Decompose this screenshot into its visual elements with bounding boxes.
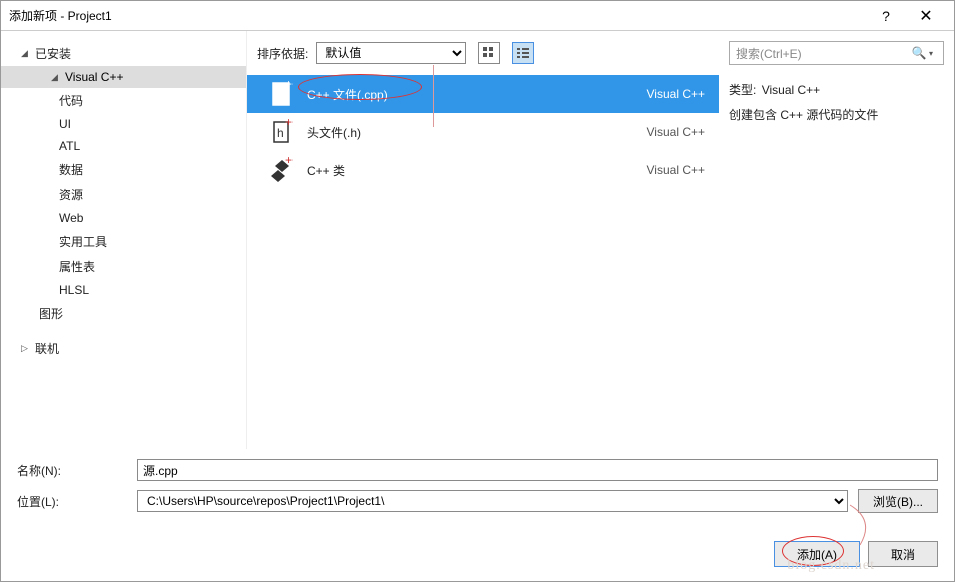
- sort-label: 排序依据:: [257, 45, 308, 62]
- template-name: C++ 类: [307, 162, 647, 179]
- window-title: 添加新项 - Project1: [9, 7, 866, 24]
- tree-label: 图形: [39, 305, 63, 322]
- type-row: 类型: Visual C++: [729, 81, 944, 98]
- search-input[interactable]: 搜索(Ctrl+E) 🔍 ▾: [729, 41, 944, 65]
- tree-graphics[interactable]: 图形: [1, 301, 246, 326]
- location-label: 位置(L):: [17, 493, 137, 510]
- location-row: 位置(L): C:\Users\HP\source\repos\Project1…: [17, 489, 938, 513]
- tree-label: 代码: [59, 92, 83, 109]
- browse-button[interactable]: 浏览(B)...: [858, 489, 938, 513]
- add-button[interactable]: 添加(A): [774, 541, 860, 567]
- type-label: 类型:: [729, 83, 756, 97]
- tree-visual-cpp[interactable]: ◢ Visual C++: [1, 66, 246, 88]
- search-icon: 🔍: [911, 46, 927, 60]
- template-panel: 排序依据: 默认值 ++ C+: [246, 31, 719, 449]
- form-area: 名称(N): 位置(L): C:\Users\HP\source\repos\P…: [1, 449, 954, 531]
- tree-label: Visual C++: [65, 70, 123, 84]
- tree-code[interactable]: 代码: [1, 88, 246, 113]
- tree-hlsl[interactable]: HLSL: [1, 279, 246, 301]
- tree-label: 资源: [59, 186, 83, 203]
- tree-label: ATL: [59, 139, 80, 153]
- description: 创建包含 C++ 源代码的文件: [729, 106, 944, 123]
- tree-online[interactable]: ▷ 联机: [1, 336, 246, 361]
- cpp-file-icon: ++: [269, 81, 295, 107]
- tree-label: Web: [59, 211, 83, 225]
- template-list: ++ C++ 文件(.cpp) Visual C++ h++ 头文件(.h) V…: [247, 75, 719, 449]
- chevron-down-icon: ◢: [21, 48, 31, 59]
- header-file-icon: h++: [269, 119, 295, 145]
- template-cpp-class[interactable]: ++ C++ 类 Visual C++: [247, 151, 719, 189]
- add-new-item-dialog: 添加新项 - Project1 ? ✕ ◢ 已安装 ◢ Visual C++ 代…: [0, 0, 955, 582]
- dialog-buttons: 添加(A) 取消: [1, 531, 954, 581]
- tree-label: HLSL: [59, 283, 89, 297]
- svg-text:++: ++: [285, 157, 293, 167]
- tree-label: UI: [59, 117, 71, 131]
- tree-resource[interactable]: 资源: [1, 182, 246, 207]
- chevron-down-icon: ▾: [929, 49, 939, 58]
- svg-text:h: h: [277, 126, 284, 140]
- location-field[interactable]: C:\Users\HP\source\repos\Project1\Projec…: [137, 490, 848, 512]
- chevron-down-icon: ◢: [51, 72, 61, 83]
- template-name: C++ 文件(.cpp): [307, 86, 647, 103]
- tree-utility[interactable]: 实用工具: [1, 229, 246, 254]
- help-button[interactable]: ?: [866, 1, 906, 31]
- template-header-file[interactable]: h++ 头文件(.h) Visual C++: [247, 113, 719, 151]
- tree-label: 属性表: [59, 258, 95, 275]
- template-lang: Visual C++: [647, 87, 705, 101]
- template-name: 头文件(.h): [307, 124, 647, 141]
- tree-atl[interactable]: ATL: [1, 135, 246, 157]
- tree-ui[interactable]: UI: [1, 113, 246, 135]
- template-cpp-file[interactable]: ++ C++ 文件(.cpp) Visual C++: [247, 75, 719, 113]
- info-panel: 搜索(Ctrl+E) 🔍 ▾ 类型: Visual C++ 创建包含 C++ 源…: [719, 31, 954, 449]
- tree-label: 联机: [35, 340, 59, 357]
- tree-label: 实用工具: [59, 233, 107, 250]
- search-placeholder: 搜索(Ctrl+E): [736, 45, 911, 62]
- svg-text:++: ++: [285, 81, 293, 91]
- view-tiles-button[interactable]: [478, 42, 500, 64]
- view-list-button[interactable]: [512, 42, 534, 64]
- tree-propsheet[interactable]: 属性表: [1, 254, 246, 279]
- template-lang: Visual C++: [647, 125, 705, 139]
- category-tree: ◢ 已安装 ◢ Visual C++ 代码 UI ATL 数据 资源 Web 实…: [1, 31, 246, 449]
- name-label: 名称(N):: [17, 462, 137, 479]
- name-field[interactable]: [137, 459, 938, 481]
- tree-data[interactable]: 数据: [1, 157, 246, 182]
- type-value: Visual C++: [762, 83, 820, 97]
- titlebar: 添加新项 - Project1 ? ✕: [1, 1, 954, 31]
- tree-label: 已安装: [35, 45, 71, 62]
- svg-text:++: ++: [285, 119, 293, 129]
- sort-dropdown[interactable]: 默认值: [316, 42, 466, 64]
- tree-web[interactable]: Web: [1, 207, 246, 229]
- tree-installed[interactable]: ◢ 已安装: [1, 41, 246, 66]
- name-row: 名称(N):: [17, 459, 938, 481]
- close-button[interactable]: ✕: [906, 1, 946, 31]
- template-toolbar: 排序依据: 默认值: [247, 31, 719, 75]
- template-lang: Visual C++: [647, 163, 705, 177]
- cpp-class-icon: ++: [269, 157, 295, 183]
- tree-label: 数据: [59, 161, 83, 178]
- cancel-button[interactable]: 取消: [868, 541, 938, 567]
- chevron-right-icon: ▷: [21, 343, 31, 354]
